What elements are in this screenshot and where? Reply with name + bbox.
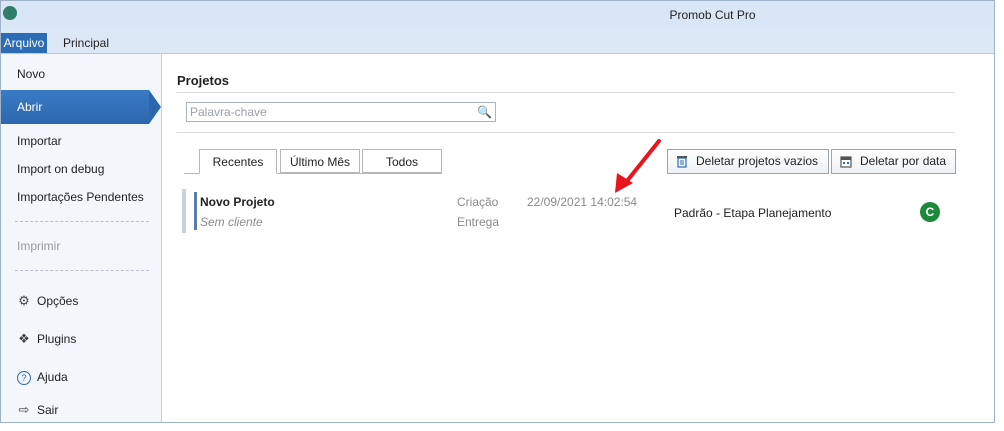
creation-label: Criação	[457, 195, 499, 209]
menu-item-plugins-label: Plugins	[37, 332, 77, 346]
delete-by-date-label: Deletar por data	[860, 154, 947, 168]
search-input[interactable]	[187, 103, 473, 121]
puzzle-icon: ❖	[18, 331, 30, 346]
status-badge: C	[920, 202, 940, 222]
project-row[interactable]: Novo Projeto Sem cliente Criação Entrega…	[182, 189, 952, 235]
menu-item-sair[interactable]: ⇨ Sair	[17, 402, 59, 418]
trash-icon	[677, 156, 687, 168]
app-window: Promob Cut Pro Arquivo Principal Novo Ab…	[0, 0, 995, 423]
menu-item-ajuda-label: Ajuda	[37, 370, 68, 384]
window-title: Promob Cut Pro	[669, 8, 756, 22]
calendar-icon	[840, 156, 852, 168]
menu-item-importacoes-pendentes[interactable]: Importações Pendentes	[17, 190, 144, 204]
search-box: 🔍	[186, 102, 496, 122]
delete-by-date-button[interactable]: Deletar por data	[831, 149, 956, 174]
project-client: Sem cliente	[200, 215, 263, 229]
project-stage: Padrão - Etapa Planejamento	[674, 206, 832, 220]
divider	[177, 132, 955, 133]
menu-item-sair-label: Sair	[37, 403, 59, 417]
help-icon: ?	[17, 371, 31, 385]
row-indicator	[182, 189, 186, 233]
menu-item-importar[interactable]: Importar	[17, 134, 62, 148]
page-title: Projetos	[177, 73, 230, 88]
menu-item-novo[interactable]: Novo	[17, 67, 45, 81]
menu-item-abrir-label: Abrir	[17, 100, 43, 114]
tab-principal[interactable]: Principal	[61, 33, 111, 53]
exit-icon: ⇨	[18, 402, 30, 417]
tab-recentes[interactable]: Recentes	[199, 149, 277, 174]
menu-separator	[15, 270, 149, 271]
tab-ultimo-mes[interactable]: Último Mês	[280, 149, 360, 173]
menu-separator	[15, 221, 149, 222]
project-name: Novo Projeto	[200, 195, 275, 209]
divider	[177, 92, 955, 93]
file-menu-sidebar: Novo Abrir Importar Import on debug Impo…	[1, 54, 162, 422]
tab-todos[interactable]: Todos	[362, 149, 442, 173]
ribbon-tabs: Arquivo Principal	[1, 29, 994, 54]
title-bar: Promob Cut Pro	[1, 1, 994, 29]
tab-arquivo[interactable]: Arquivo	[1, 33, 47, 53]
menu-item-opcoes-label: Opções	[37, 294, 79, 308]
gear-icon: ⚙	[18, 293, 30, 308]
menu-item-import-on-debug[interactable]: Import on debug	[17, 162, 104, 176]
delivery-label: Entrega	[457, 215, 500, 229]
delete-empty-projects-button[interactable]: Deletar projetos vazios	[667, 149, 829, 174]
selection-arrow-icon	[149, 90, 161, 124]
menu-item-plugins[interactable]: ❖ Plugins	[17, 331, 76, 347]
creation-date: 22/09/2021 14:02:54	[527, 195, 638, 209]
row-accent	[194, 192, 197, 230]
menu-item-opcoes[interactable]: ⚙ Opções	[17, 293, 78, 309]
menu-item-abrir[interactable]: Abrir	[1, 90, 161, 124]
menu-item-imprimir: Imprimir	[17, 239, 61, 253]
menu-item-ajuda[interactable]: ? Ajuda	[17, 370, 68, 385]
projects-panel: Projetos 🔍 Recentes Último Mês Todos Del…	[162, 54, 994, 422]
search-icon[interactable]: 🔍	[477, 105, 492, 119]
delete-empty-projects-label: Deletar projetos vazios	[696, 154, 819, 168]
